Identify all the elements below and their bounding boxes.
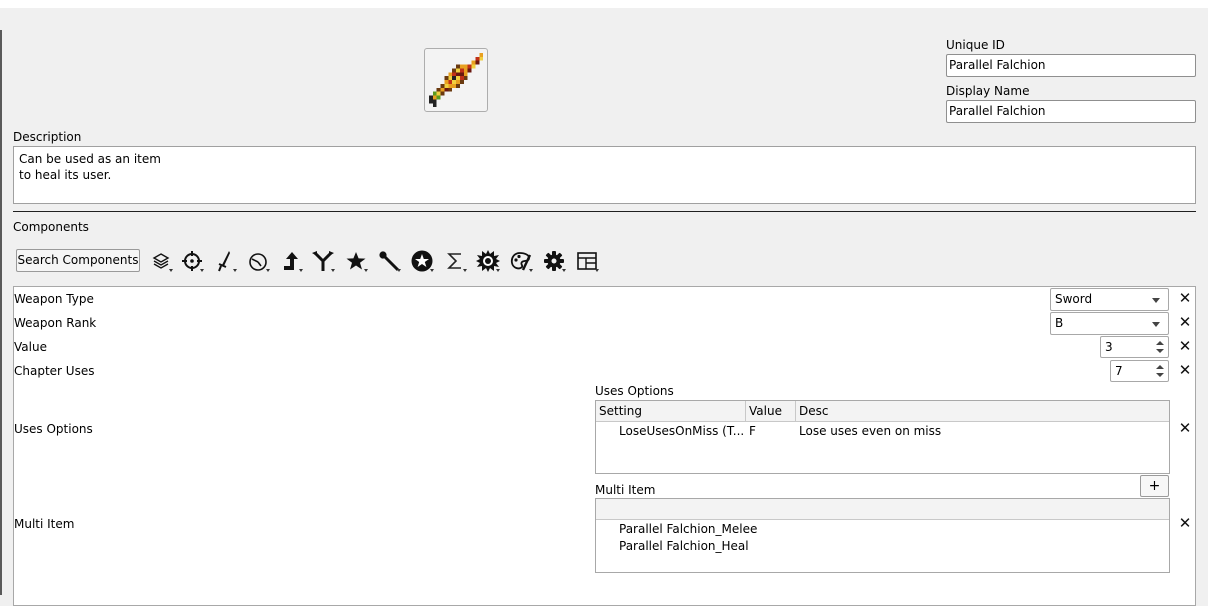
star-icon[interactable]: [341, 248, 371, 274]
weapon-rank-label: Weapon Rank: [14, 316, 97, 330]
description-line: to heal its user.: [19, 168, 112, 182]
star-circle-icon[interactable]: [407, 248, 437, 274]
column-header-desc[interactable]: Desc: [796, 401, 1169, 421]
column-header-setting[interactable]: Setting: [596, 401, 746, 421]
remove-value-button[interactable]: ✕: [1178, 338, 1192, 353]
weapon-type-value: Sword: [1055, 292, 1093, 306]
value-spinbox[interactable]: 3: [1100, 336, 1169, 358]
remove-weapon-type-button[interactable]: ✕: [1178, 290, 1192, 305]
chapter-uses-label: Chapter Uses: [14, 364, 95, 378]
components-label: Components: [13, 220, 89, 234]
remove-chapter-uses-button[interactable]: ✕: [1178, 362, 1192, 377]
value-label: Value: [14, 340, 47, 354]
arrow-up-icon[interactable]: [276, 248, 306, 274]
unique-id-label: Unique ID: [946, 38, 1005, 52]
uses-options-table: Setting Value Desc LoseUsesOnMiss (T... …: [595, 400, 1170, 474]
chevron-down-icon: [1152, 322, 1160, 327]
gear-icon[interactable]: [539, 248, 569, 274]
target-icon[interactable]: [177, 248, 207, 274]
multi-item-label: Multi Item: [14, 517, 75, 531]
clock-icon[interactable]: [243, 248, 273, 274]
weapon-type-dropdown[interactable]: Sword: [1050, 288, 1169, 311]
top-strip: [0, 0, 1208, 8]
burst-icon[interactable]: [473, 248, 503, 274]
cell-value: F: [749, 424, 756, 438]
uses-options-label: Uses Options: [14, 422, 93, 436]
weapon-rank-value: B: [1055, 316, 1064, 330]
cell-desc: Lose uses even on miss: [799, 424, 942, 438]
display-name-field[interactable]: Parallel Falchion: [946, 100, 1196, 123]
weapon-rank-dropdown[interactable]: B: [1050, 312, 1169, 335]
description-label: Description: [13, 130, 82, 144]
sigma-icon[interactable]: [440, 248, 470, 274]
description-line: Can be used as an item: [19, 152, 161, 166]
cell-setting: LoseUsesOnMiss (T...: [619, 424, 745, 438]
spin-up-icon[interactable]: [1156, 341, 1164, 345]
table-header: Setting Value Desc: [596, 401, 1169, 422]
layout-icon[interactable]: [572, 248, 602, 274]
remove-multi-item-button[interactable]: ✕: [1178, 515, 1192, 530]
remove-uses-options-button[interactable]: ✕: [1178, 420, 1192, 435]
staff-icon[interactable]: [374, 248, 404, 274]
list-header: [596, 499, 1169, 520]
search-components-button[interactable]: Search Components: [16, 249, 140, 272]
spin-down-icon[interactable]: [1156, 349, 1164, 353]
uses-options-title: Uses Options: [595, 384, 674, 398]
column-header-value[interactable]: Value: [746, 401, 796, 421]
description-textarea[interactable]: Can be used as an item to heal its user.: [13, 146, 1196, 204]
sword-icon[interactable]: [210, 248, 240, 274]
list-item[interactable]: Parallel Falchion_Heal: [619, 539, 749, 553]
unique-id-field[interactable]: Parallel Falchion: [946, 54, 1196, 77]
weapon-type-label: Weapon Type: [14, 292, 94, 306]
item-icon-button[interactable]: [424, 48, 488, 112]
section-divider: [13, 211, 1196, 212]
multi-item-title: Multi Item: [595, 483, 656, 497]
falchion-sprite-icon: [428, 52, 484, 108]
chapter-uses-value: 7: [1115, 364, 1123, 378]
display-name-label: Display Name: [946, 84, 1030, 98]
list-item[interactable]: Parallel Falchion_Melee: [619, 522, 757, 536]
left-splitter[interactable]: [0, 30, 2, 595]
spin-up-icon[interactable]: [1156, 365, 1164, 369]
add-multi-item-button[interactable]: +: [1140, 475, 1169, 497]
palette-icon[interactable]: [506, 248, 536, 274]
value-value: 3: [1105, 340, 1113, 354]
chevron-down-icon: [1152, 298, 1160, 303]
layers-icon[interactable]: [146, 248, 176, 274]
multi-item-list: Parallel Falchion_Melee Parallel Falchio…: [595, 498, 1170, 573]
branch-icon[interactable]: [308, 248, 338, 274]
remove-weapon-rank-button[interactable]: ✕: [1178, 314, 1192, 329]
chapter-uses-spinbox[interactable]: 7: [1110, 360, 1169, 382]
spin-down-icon[interactable]: [1156, 373, 1164, 377]
